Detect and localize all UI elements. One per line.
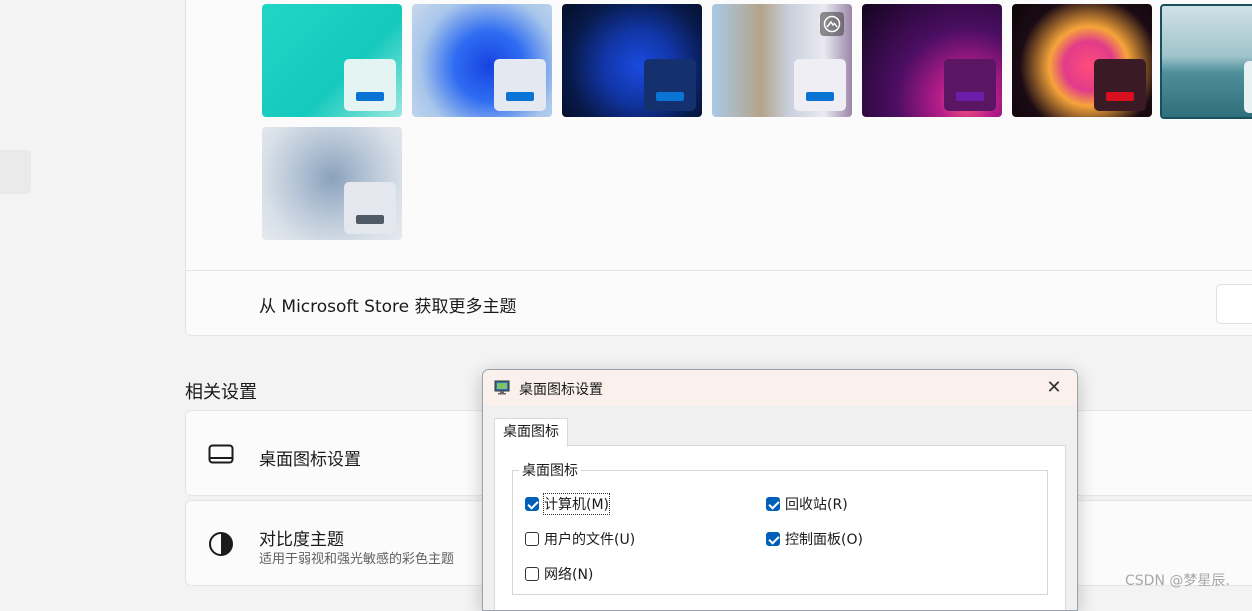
checkbox-label: 计算机(M): [542, 493, 611, 515]
checkbox-box[interactable]: [766, 497, 780, 511]
checkbox-box[interactable]: [525, 567, 539, 581]
contrast-themes-description: 适用于弱视和强光敏感的彩色主题: [259, 552, 455, 567]
theme-thumbnail[interactable]: [862, 4, 1002, 117]
accent-color-bar: [956, 92, 984, 101]
theme-thumbnail[interactable]: [712, 4, 852, 117]
get-more-themes-label: 从 Microsoft Store 获取更多主题: [259, 297, 517, 317]
theme-preview-window: [1244, 61, 1252, 113]
checkbox-label: 网络(N): [544, 567, 594, 583]
theme-preview-window: [344, 182, 396, 234]
contrast-themes-label: 对比度主题: [259, 530, 344, 550]
theme-preview-window: [344, 59, 396, 111]
tab-content: 桌面图标: [494, 445, 1064, 610]
accent-color-bar: [356, 92, 384, 101]
theme-preview-window: [1094, 59, 1146, 111]
close-icon[interactable]: ✕: [1039, 376, 1069, 400]
checkbox-label: 用户的文件(U): [544, 532, 636, 548]
checkbox-label: 控制面板(O): [785, 532, 863, 548]
desktop-settings-icon: [494, 380, 510, 395]
theme-thumbnail[interactable]: [562, 4, 702, 117]
checkbox-network[interactable]: 网络(N): [525, 564, 593, 584]
checkbox-box[interactable]: [525, 532, 539, 546]
theme-preview-window: [944, 59, 996, 111]
theme-preview-window: [494, 59, 546, 111]
accent-color-bar: [1106, 92, 1134, 101]
theme-preview-window: [794, 59, 846, 111]
tab-desktop-icons[interactable]: 桌面图标: [494, 418, 568, 447]
theme-preview-window: [644, 59, 696, 111]
desktop-icon-settings-label: 桌面图标设置: [259, 450, 361, 470]
checkbox-box[interactable]: [766, 532, 780, 546]
contrast-icon: [209, 532, 233, 556]
theme-thumbnail[interactable]: [412, 4, 552, 117]
accent-color-bar: [656, 92, 684, 101]
checkbox-label: 回收站(R): [785, 497, 848, 513]
related-settings-heading: 相关设置: [185, 382, 257, 403]
dialog-title: 桌面图标设置: [519, 382, 603, 398]
divider: [185, 270, 1252, 271]
groupbox-label: 桌面图标: [519, 460, 581, 480]
browse-themes-button[interactable]: [1216, 284, 1252, 324]
checkbox-recycle-bin[interactable]: 回收站(R): [766, 494, 848, 514]
monitor-icon: [208, 444, 234, 464]
checkbox-control-panel[interactable]: 控制面板(O): [766, 529, 863, 549]
theme-thumbnail[interactable]: [1160, 4, 1252, 119]
checkbox-box[interactable]: [525, 497, 539, 511]
accent-color-bar: [356, 215, 384, 224]
theme-thumbnail[interactable]: [262, 127, 402, 240]
nav-selected-indicator: [0, 150, 31, 194]
desktop-icon-settings-dialog: 桌面图标设置 ✕ 桌面图标 桌面图标 计算机(M) 回收站(R) 用户的文件(U…: [482, 369, 1078, 611]
accent-color-bar: [806, 92, 834, 101]
watermark: CSDN @梦星辰.: [1125, 573, 1230, 589]
theme-thumbnail[interactable]: [262, 4, 402, 117]
theme-thumbnail[interactable]: [1012, 4, 1152, 117]
checkbox-user-files[interactable]: 用户的文件(U): [525, 529, 635, 549]
checkbox-computer[interactable]: 计算机(M): [525, 493, 611, 515]
accent-color-bar: [506, 92, 534, 101]
dynamic-theme-badge-icon: [820, 12, 844, 36]
